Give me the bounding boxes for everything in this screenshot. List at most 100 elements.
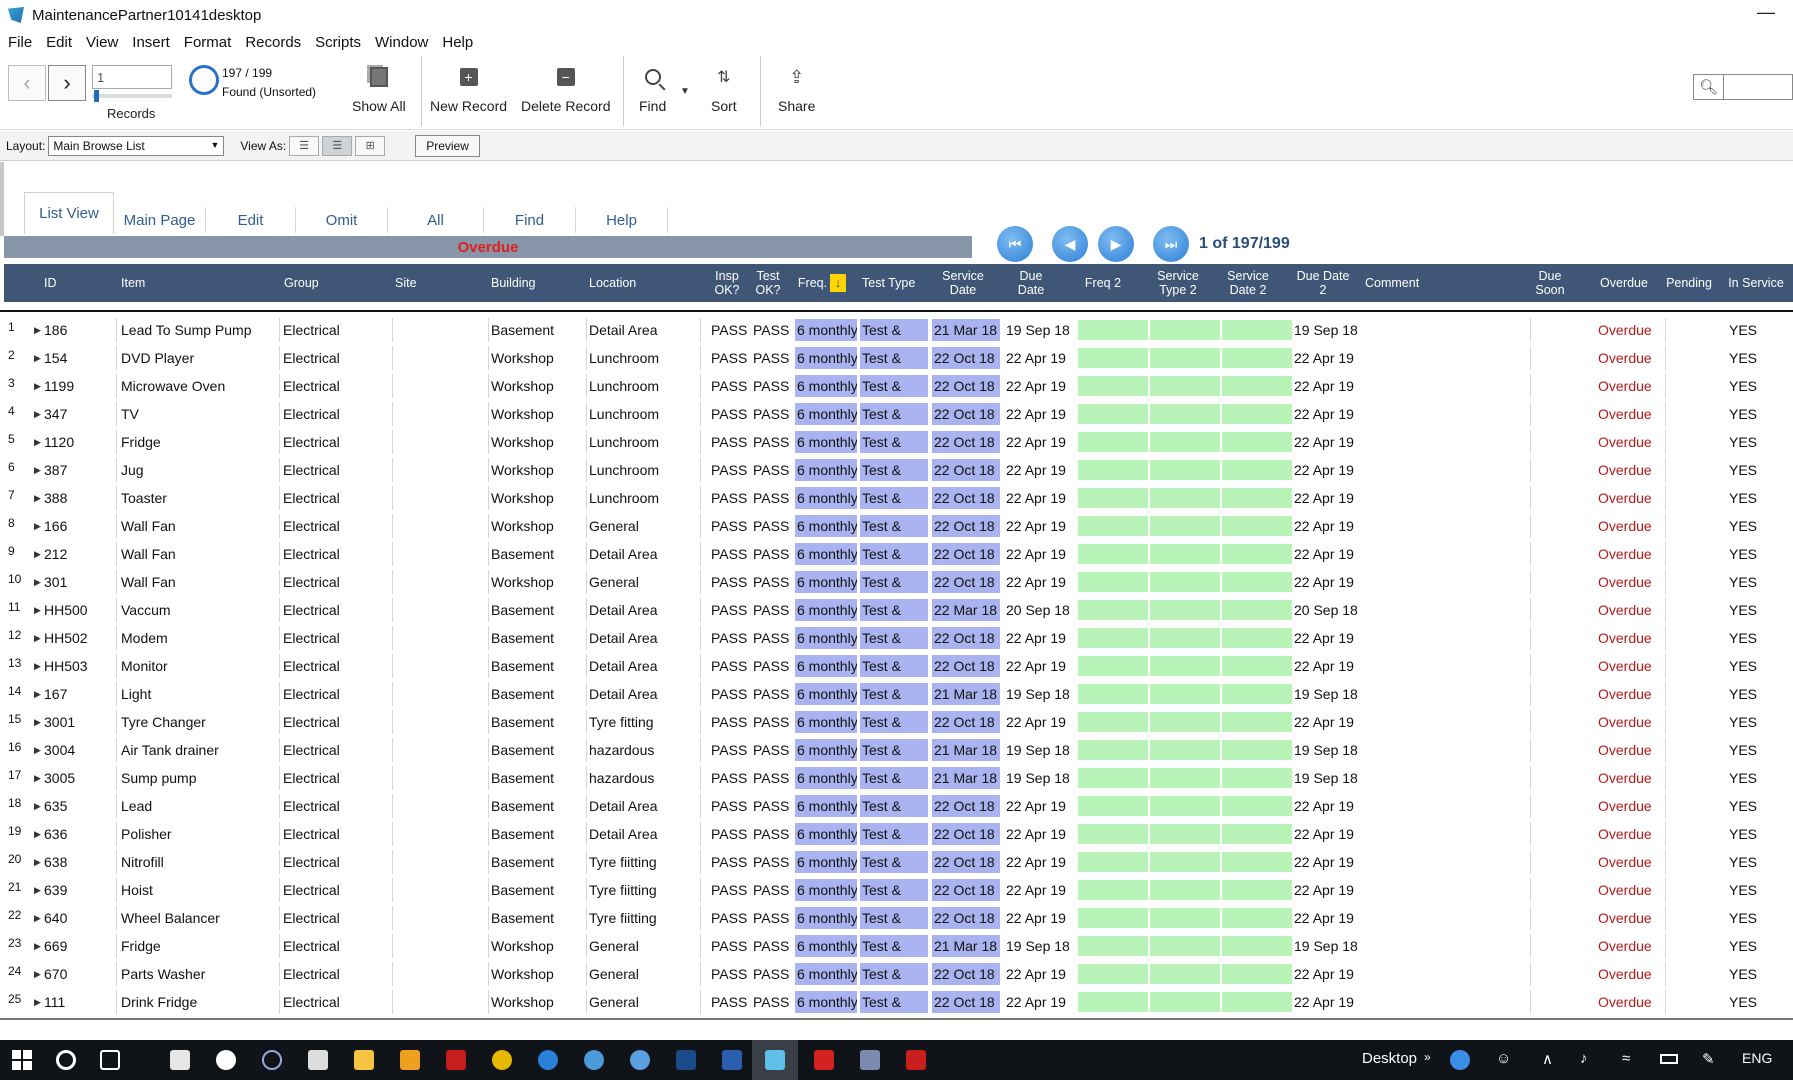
cell-item[interactable]: Fridge bbox=[121, 932, 279, 960]
cell-insp-ok[interactable]: PASS bbox=[711, 652, 751, 680]
cell-group[interactable]: Electrical bbox=[283, 484, 393, 512]
cell-test-ok[interactable]: PASS bbox=[753, 652, 793, 680]
cell-service-date2[interactable] bbox=[1222, 684, 1292, 704]
prev-record-nav-button[interactable]: ◀︎ bbox=[1052, 226, 1088, 262]
cell-freq2[interactable] bbox=[1078, 992, 1148, 1012]
cell-insp-ok[interactable]: PASS bbox=[711, 484, 751, 512]
cell-overdue[interactable]: Overdue bbox=[1598, 540, 1660, 568]
cell-item[interactable]: Light bbox=[121, 680, 279, 708]
cell-overdue[interactable]: Overdue bbox=[1598, 428, 1660, 456]
cell-service-date[interactable]: 22 Oct 18 bbox=[932, 795, 1000, 817]
cell-id[interactable]: 1199 bbox=[44, 372, 114, 400]
col-due-soon[interactable]: Due Soon bbox=[1528, 264, 1572, 302]
cell-overdue[interactable]: Overdue bbox=[1598, 708, 1660, 736]
cell-group[interactable]: Electrical bbox=[283, 512, 393, 540]
cell-service-type2[interactable] bbox=[1150, 768, 1220, 788]
cell-overdue[interactable]: Overdue bbox=[1598, 316, 1660, 344]
cell-test-type[interactable]: Test & bbox=[860, 879, 928, 901]
row-expand-triangle-icon[interactable]: ▶ bbox=[34, 624, 42, 652]
cell-service-type2[interactable] bbox=[1150, 964, 1220, 984]
cell-service-date[interactable]: 22 Oct 18 bbox=[932, 879, 1000, 901]
cell-overdue[interactable]: Overdue bbox=[1598, 764, 1660, 792]
cell-insp-ok[interactable]: PASS bbox=[711, 736, 751, 764]
cell-due-date2[interactable]: 22 Apr 19 bbox=[1294, 400, 1364, 428]
cell-test-ok[interactable]: PASS bbox=[753, 708, 793, 736]
table-row[interactable]: 14 ▶ 167 Light Electrical Basement Detail Area… bbox=[0, 680, 1793, 708]
cell-due-date[interactable]: 22 Apr 19 bbox=[1006, 568, 1072, 596]
cell-test-type[interactable]: Test & bbox=[860, 627, 928, 649]
cell-service-date2[interactable] bbox=[1222, 936, 1292, 956]
cell-service-type2[interactable] bbox=[1150, 628, 1220, 648]
cell-group[interactable]: Electrical bbox=[283, 904, 393, 932]
cell-test-ok[interactable]: PASS bbox=[753, 456, 793, 484]
col-freq[interactable]: Freq. ↓ bbox=[790, 264, 854, 302]
row-expand-triangle-icon[interactable]: ▶ bbox=[34, 316, 42, 344]
cell-id[interactable]: 388 bbox=[44, 484, 114, 512]
cell-group[interactable]: Electrical bbox=[283, 568, 393, 596]
cell-test-ok[interactable]: PASS bbox=[753, 372, 793, 400]
cell-building[interactable]: Workshop bbox=[491, 456, 581, 484]
cell-overdue[interactable]: Overdue bbox=[1598, 512, 1660, 540]
cell-building[interactable]: Workshop bbox=[491, 568, 581, 596]
cell-in-service[interactable]: YES bbox=[1729, 484, 1769, 512]
cell-service-date2[interactable] bbox=[1222, 768, 1292, 788]
layout-select[interactable]: Main Browse List ▼ bbox=[48, 135, 225, 156]
cell-in-service[interactable]: YES bbox=[1729, 428, 1769, 456]
cell-freq[interactable]: 6 monthly bbox=[795, 879, 857, 901]
cell-freq2[interactable] bbox=[1078, 712, 1148, 732]
cell-freq[interactable]: 6 monthly bbox=[795, 599, 857, 621]
row-expand-triangle-icon[interactable]: ▶ bbox=[34, 736, 42, 764]
cell-freq2[interactable] bbox=[1078, 796, 1148, 816]
delete-record-button[interactable]: − Delete Record bbox=[521, 62, 611, 114]
cell-location[interactable]: Lunchroom bbox=[589, 344, 701, 372]
cell-service-type2[interactable] bbox=[1150, 460, 1220, 480]
mail-icon[interactable] bbox=[308, 1050, 328, 1070]
cell-id[interactable]: 636 bbox=[44, 820, 114, 848]
cell-building[interactable]: Basement bbox=[491, 624, 581, 652]
next-record-button[interactable]: › bbox=[48, 65, 86, 101]
cell-service-type2[interactable] bbox=[1150, 656, 1220, 676]
record-slider[interactable] bbox=[92, 90, 172, 102]
cell-freq[interactable]: 6 monthly bbox=[795, 711, 857, 733]
cell-group[interactable]: Electrical bbox=[283, 820, 393, 848]
table-row[interactable]: 15 ▶ 3001 Tyre Changer Electrical Basement Tyr… bbox=[0, 708, 1793, 736]
cell-item[interactable]: Jug bbox=[121, 456, 279, 484]
chevrons-right-icon[interactable]: » bbox=[1424, 1050, 1431, 1064]
cell-freq2[interactable] bbox=[1078, 964, 1148, 984]
cell-group[interactable]: Electrical bbox=[283, 428, 393, 456]
cell-building[interactable]: Basement bbox=[491, 736, 581, 764]
cell-due-date2[interactable]: 20 Sep 18 bbox=[1294, 596, 1364, 624]
cell-freq2[interactable] bbox=[1078, 824, 1148, 844]
cell-test-type[interactable]: Test & bbox=[860, 347, 928, 369]
cell-service-date[interactable]: 22 Mar 18 bbox=[932, 599, 1000, 621]
cell-test-type[interactable]: Test & bbox=[860, 599, 928, 621]
tab-list-view[interactable]: List View bbox=[24, 192, 114, 234]
table-row[interactable]: 5 ▶ 1120 Fridge Electrical Workshop Lunchroom P… bbox=[0, 428, 1793, 456]
cell-due-date[interactable]: 19 Sep 18 bbox=[1006, 764, 1072, 792]
cell-service-type2[interactable] bbox=[1150, 404, 1220, 424]
cell-insp-ok[interactable]: PASS bbox=[711, 848, 751, 876]
cell-freq2[interactable] bbox=[1078, 656, 1148, 676]
cell-location[interactable]: Detail Area bbox=[589, 680, 701, 708]
col-site[interactable]: Site bbox=[395, 264, 455, 302]
cell-due-date[interactable]: 19 Sep 18 bbox=[1006, 680, 1072, 708]
cell-service-type2[interactable] bbox=[1150, 992, 1220, 1012]
cell-service-date[interactable]: 22 Oct 18 bbox=[932, 543, 1000, 565]
cell-freq[interactable]: 6 monthly bbox=[795, 487, 857, 509]
cell-in-service[interactable]: YES bbox=[1729, 932, 1769, 960]
cell-freq[interactable]: 6 monthly bbox=[795, 739, 857, 761]
cell-item[interactable]: Toaster bbox=[121, 484, 279, 512]
cell-due-date2[interactable]: 19 Sep 18 bbox=[1294, 764, 1364, 792]
cell-freq2[interactable] bbox=[1078, 880, 1148, 900]
cell-overdue[interactable]: Overdue bbox=[1598, 792, 1660, 820]
table-row[interactable]: 23 ▶ 669 Fridge Electrical Workshop General PAS… bbox=[0, 932, 1793, 960]
table-row[interactable]: 12 ▶ HH502 Modem Electrical Basement Detail Ar… bbox=[0, 624, 1793, 652]
task-view-icon[interactable] bbox=[100, 1050, 120, 1070]
link-icon[interactable] bbox=[262, 1050, 282, 1070]
cell-insp-ok[interactable]: PASS bbox=[711, 512, 751, 540]
battery-icon[interactable] bbox=[1660, 1054, 1678, 1064]
cell-freq2[interactable] bbox=[1078, 936, 1148, 956]
cell-id[interactable]: 347 bbox=[44, 400, 114, 428]
cell-id[interactable]: 167 bbox=[44, 680, 114, 708]
col-id[interactable]: ID bbox=[44, 264, 84, 302]
